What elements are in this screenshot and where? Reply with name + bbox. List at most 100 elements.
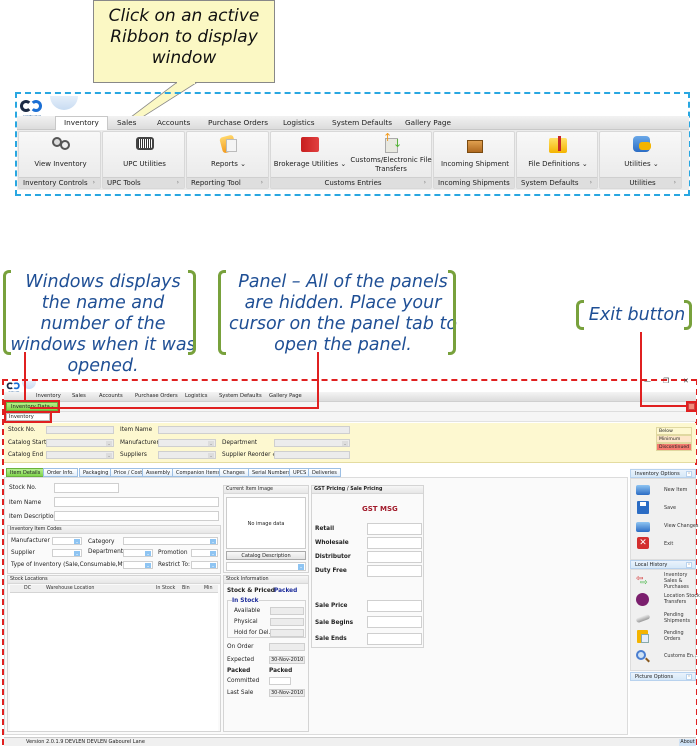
col-warehouse-location[interactable]: Warehouse Location [46, 585, 94, 593]
menu-gallery-page[interactable]: Gallery Page [269, 393, 302, 399]
group-label: Customs Entries › [271, 177, 431, 188]
tab-serial-numbers[interactable]: Serial Numbers [248, 468, 295, 477]
in-stock-header: In Stock [232, 598, 259, 604]
label-distributor: Distributor [315, 554, 351, 560]
sale-begins-input[interactable] [367, 616, 422, 628]
bracket-right [684, 300, 692, 330]
file-transfer-icon: ↑ ↓ [379, 132, 403, 154]
ribbon-group-reporting-tool: Reports ⌄ Reporting Tool › [186, 131, 269, 189]
restrict-to-select[interactable]: ⌄ [191, 561, 218, 569]
item-name-input[interactable] [54, 497, 219, 507]
ribbon-tab-accounts[interactable]: Accounts [157, 118, 190, 127]
menu-inventory[interactable]: Inventory [36, 393, 61, 399]
stock-no-input[interactable] [54, 483, 119, 493]
tab-changes[interactable]: Changes [219, 468, 249, 477]
ribbon-tab-inventory[interactable]: Inventory [55, 116, 108, 130]
group-label: Utilities › [600, 177, 681, 188]
minimize-button[interactable]: — [644, 377, 651, 385]
department-code-select[interactable]: ⌄ [123, 549, 153, 557]
wholesale-input[interactable] [367, 537, 422, 549]
gst-message: GST MSG [362, 505, 398, 513]
window-menu-bar: Inventory Sales Accounts Purchase Orders… [4, 392, 696, 402]
windows-note: Windows displays the name and number of … [10, 272, 196, 376]
menu-sales[interactable]: Sales [72, 393, 86, 399]
restore-button[interactable]: ❐ [663, 377, 669, 385]
col-in-stock[interactable]: In Stock [156, 585, 175, 593]
group-label: Inventory Controls › [19, 177, 100, 188]
catalog-description-button[interactable]: Catalog Description [226, 551, 306, 560]
file-definitions-button[interactable]: File Definitions ⌄ [517, 134, 599, 169]
committed-field[interactable] [269, 677, 291, 685]
label-available: Available [234, 608, 261, 614]
label-hold-for-del: Hold for Del. [234, 630, 271, 636]
label-department: Department [88, 549, 124, 555]
manufacturer-select[interactable]: ⌄ [158, 439, 216, 447]
item-description-input[interactable] [54, 511, 219, 521]
type-of-inventory-select[interactable]: ⌄ [123, 561, 153, 569]
stock-locations-group: Stock Locations DC Warehouse Location In… [7, 575, 221, 732]
tab-price-cost[interactable]: Price / Cost [110, 468, 147, 477]
picture-options-header[interactable]: Picture Options ˅ [630, 672, 696, 681]
pointer-line [30, 407, 318, 409]
label-restrict-to: Restrict To: [158, 562, 190, 568]
category-select[interactable]: ⌄ [123, 537, 218, 545]
col-dc[interactable]: DC [24, 585, 31, 593]
catalog-end-select[interactable]: ⌄ [46, 451, 114, 459]
tab-packaging[interactable]: Packaging [79, 468, 113, 477]
menu-accounts[interactable]: Accounts [99, 393, 123, 399]
label-supplier-reorder: Supplier Reorder # [222, 452, 278, 458]
duty-free-input[interactable] [367, 565, 422, 577]
manufacturer-code-select[interactable]: ⌄ [52, 537, 82, 545]
label-stock-no: Stock No. [8, 427, 36, 433]
ribbon-tab-gallery-page[interactable]: Gallery Page [405, 118, 451, 127]
suppliers-select[interactable]: ⌄ [158, 451, 216, 459]
col-min[interactable]: Min [204, 585, 213, 593]
supplier-select[interactable]: ⌄ [52, 549, 82, 557]
upc-utilities-button[interactable]: UPC Utilities [103, 134, 186, 169]
tab-item-details[interactable]: Item Details [6, 468, 45, 477]
tab-deliveries[interactable]: Deliveries [308, 468, 341, 477]
distributor-input[interactable] [367, 551, 422, 563]
menu-logistics[interactable]: Logistics [185, 393, 207, 399]
ribbon-tab-purchase-orders[interactable]: Purchase Orders [208, 118, 268, 127]
barcode-icon [133, 134, 157, 154]
col-bin[interactable]: Bin [182, 585, 190, 593]
ribbon-group-upc-tools: UPC Utilities UPC Tools › [102, 131, 185, 189]
catalog-start-select[interactable]: ⌄ [46, 439, 114, 447]
reports-button[interactable]: Reports ⌄ [187, 134, 270, 169]
search-stock-no-input[interactable] [46, 426, 114, 434]
ribbon-tab-logistics[interactable]: Logistics [283, 118, 315, 127]
ribbon-tab-sales[interactable]: Sales [117, 118, 136, 127]
label-sale-price: Sale Price [315, 603, 348, 609]
retail-input[interactable] [367, 523, 422, 535]
customs-file-transfers-button[interactable]: ↑ ↓ Customs/Electronic File Transfers [349, 132, 433, 173]
sale-price-input[interactable] [367, 600, 422, 612]
brokerage-utilities-button[interactable]: Brokerage Utilities ⌄ [271, 134, 349, 169]
local-history-header[interactable]: Local History ˄ [630, 560, 696, 569]
utilities-button[interactable]: Utilities ⌄ [600, 134, 683, 169]
stock-locations-table-body[interactable] [10, 593, 218, 731]
inventory-options-header[interactable]: Inventory Options ˄ [630, 469, 696, 478]
menu-system-defaults[interactable]: System Defaults [219, 393, 262, 399]
tab-companion-items[interactable]: Companion Items [172, 468, 225, 477]
tab-assembly[interactable]: Assembly [142, 468, 175, 477]
view-inventory-button[interactable]: View Inventory [19, 134, 102, 169]
label-manufacturer: Manufacturer [11, 538, 50, 544]
image-select[interactable]: ⌄ [226, 562, 306, 571]
ribbon-tab-system-defaults[interactable]: System Defaults [332, 118, 392, 127]
department-select[interactable]: ⌄ [274, 439, 350, 447]
close-window-button[interactable]: ✕ [683, 377, 689, 385]
stock-locations-header: Stock Locations [8, 576, 220, 584]
codes-header: Inventory Item Codes [8, 526, 220, 534]
tab-order-info[interactable]: Order Info. [43, 468, 78, 477]
about-button[interactable]: About [679, 739, 696, 746]
sale-ends-input[interactable] [367, 633, 422, 645]
supplier-reorder-input[interactable] [274, 451, 350, 459]
item-tabs: Item Details Order Info. Packaging Price… [6, 468, 626, 477]
upc-utilities-label: UPC Utilities [123, 160, 166, 168]
menu-purchase-orders[interactable]: Purchase Orders [135, 393, 178, 399]
incoming-shipment-button[interactable]: Incoming Shipment [434, 134, 516, 169]
item-details-panel: Stock No. Item Name Item Description Inv… [4, 477, 628, 735]
promotion-select[interactable]: ⌄ [191, 549, 218, 557]
search-item-name-input[interactable] [158, 426, 350, 434]
